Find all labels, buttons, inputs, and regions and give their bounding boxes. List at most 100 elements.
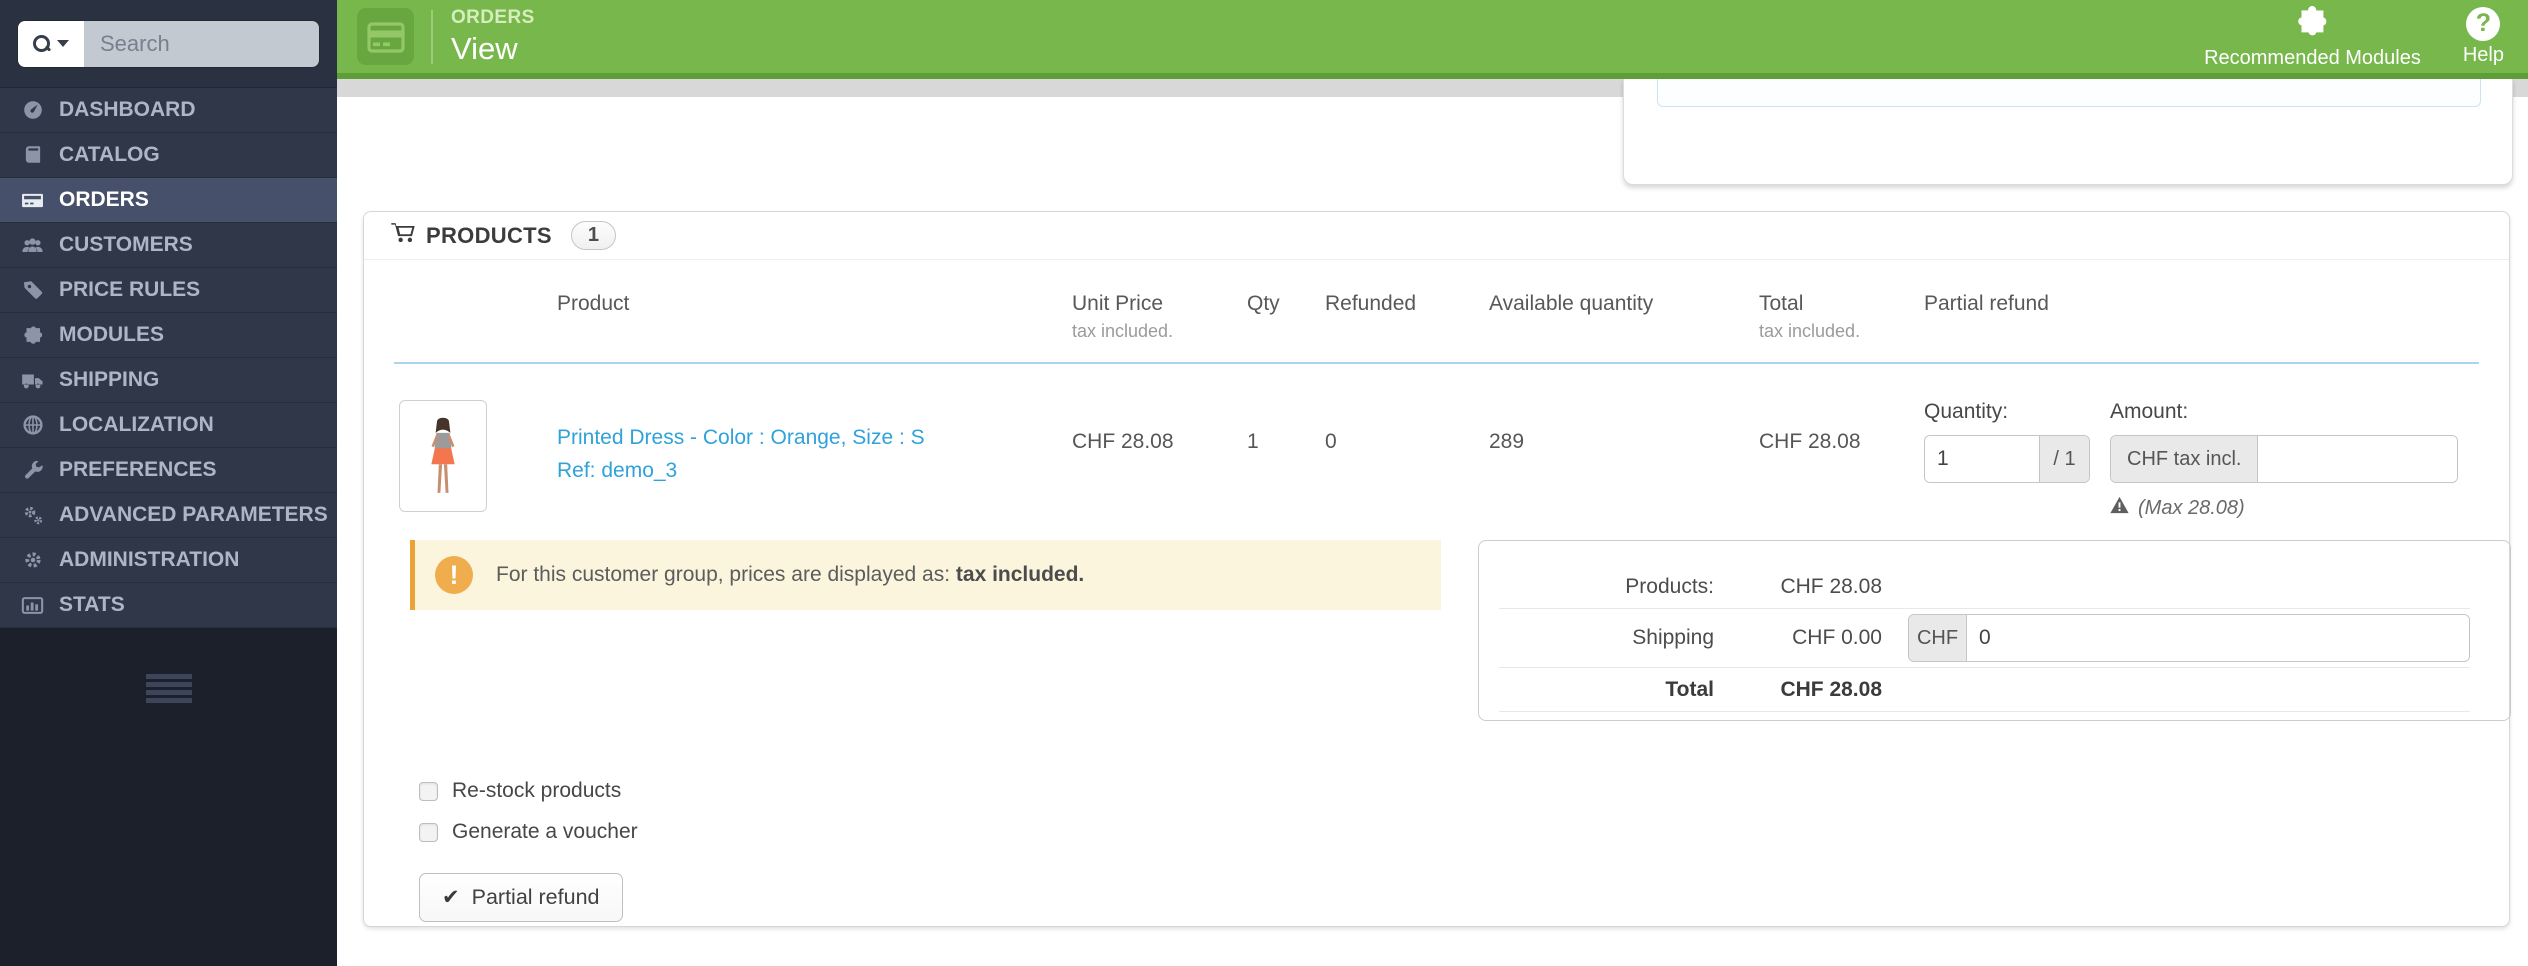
sidebar-item-shipping[interactable]: SHIPPING: [0, 358, 337, 403]
help-button[interactable]: ? Help: [2462, 6, 2504, 67]
totals-total-label: Total: [1665, 677, 1714, 701]
price-rules-icon: [19, 279, 46, 301]
header-actions: Recommended Modules ? Help: [2204, 3, 2504, 70]
sidebar-item-label: DASHBOARD: [59, 98, 196, 121]
totals-total-row: Total CHF 28.08: [1499, 668, 2470, 712]
partial-refund-cell: Quantity: / 1 Amount: CHF tax: [1924, 400, 2479, 520]
column-header-qty: Qty: [1247, 292, 1280, 315]
totals-shipping-label: Shipping: [1632, 626, 1714, 649]
warning-triangle-icon: [2110, 496, 2129, 520]
totals-shipping-value: CHF 0.00: [1792, 626, 1882, 649]
sidebar-item-customers[interactable]: CUSTOMERS: [0, 223, 337, 268]
unit-price-subheader: tax included.: [1072, 321, 1174, 341]
totals-products-label: Products:: [1625, 574, 1714, 598]
localization-icon: [19, 414, 46, 436]
sidebar-item-label: STATS: [59, 593, 125, 616]
collapse-menu-icon[interactable]: [145, 674, 192, 705]
sidebar-item-administration[interactable]: ADMINISTRATION: [0, 538, 337, 583]
sidebar-item-label: CATALOG: [59, 143, 160, 166]
search-input[interactable]: [84, 20, 319, 67]
total-value: CHF 28.08: [1759, 430, 1861, 453]
sidebar-nav: DASHBOARD CATALOG ORDERS CUSTOMERS PRICE…: [0, 88, 337, 628]
shipping-icon: [19, 369, 46, 392]
refund-quantity-input[interactable]: [1925, 436, 2039, 482]
column-header-thumbnail: [394, 292, 557, 342]
column-header-partial-refund: Partial refund: [1924, 292, 2049, 315]
refund-amount-label: Amount:: [2110, 400, 2189, 423]
refunded-value: 0: [1325, 430, 1337, 453]
available-quantity-value: 289: [1489, 430, 1525, 453]
sidebar-search-area: [0, 0, 337, 88]
sidebar-item-label: LOCALIZATION: [59, 413, 214, 436]
order-totals-box: Products: CHF 28.08 Shipping CHF 0.00 CH…: [1478, 540, 2511, 721]
modules-icon: [19, 324, 46, 346]
tax-notice: ! For this customer group, prices are di…: [410, 540, 1441, 610]
sidebar-item-label: ORDERS: [59, 188, 149, 211]
refund-amount-group: Amount: CHF tax incl.: [2110, 400, 2458, 483]
voucher-label: Generate a voucher: [452, 820, 638, 843]
search-icon: [33, 35, 50, 52]
product-row: Printed Dress - Color : Orange, Size : S…: [394, 400, 2479, 520]
notice-text: For this customer group, prices are disp…: [496, 563, 951, 586]
sidebar-item-label: ADMINISTRATION: [59, 548, 240, 571]
restock-label: Re-stock products: [452, 779, 622, 802]
page-header: ORDERS View Recommended Modules ? Help: [337, 0, 2528, 73]
sidebar-item-orders[interactable]: ORDERS: [0, 178, 337, 223]
restock-checkbox[interactable]: [419, 781, 438, 801]
sidebar-item-catalog[interactable]: CATALOG: [0, 133, 337, 178]
sidebar-item-price-rules[interactable]: PRICE RULES: [0, 268, 337, 313]
totals-shipping-row: Shipping CHF 0.00 CHF: [1499, 609, 2470, 668]
search-scope-button[interactable]: [18, 20, 84, 67]
sidebar: DASHBOARD CATALOG ORDERS CUSTOMERS: [0, 0, 337, 966]
breadcrumb-section: ORDERS: [451, 6, 535, 28]
recommended-modules-label: Recommended Modules: [2204, 47, 2421, 69]
voucher-checkbox[interactable]: [419, 822, 438, 842]
content-area: PRODUCTS 1 Product Unit Price tax includ…: [337, 79, 2528, 966]
top-right-panel-inner-box: [1657, 79, 2481, 107]
page-title: View: [451, 30, 518, 66]
orders-icon: [19, 189, 46, 212]
refund-options: Re-stock products Generate a voucher: [419, 779, 2479, 844]
sidebar-item-stats[interactable]: STATS: [0, 583, 337, 628]
notice-bold: tax included.: [955, 563, 1085, 586]
column-header-refunded: Refunded: [1325, 292, 1417, 315]
sidebar-item-label: MODULES: [59, 323, 164, 346]
product-name-link[interactable]: Printed Dress - Color : Orange, Size : S: [557, 422, 1072, 455]
refund-quantity-group: Quantity: / 1: [1924, 400, 2090, 483]
sidebar-item-localization[interactable]: LOCALIZATION: [0, 403, 337, 448]
sidebar-item-preferences[interactable]: PREFERENCES: [0, 448, 337, 493]
search-group: [18, 20, 319, 67]
total-subheader: tax included.: [1759, 321, 1861, 341]
main-area: ORDERS View Recommended Modules ? Help P…: [337, 0, 2528, 966]
column-header-total: Total tax included.: [1759, 292, 1924, 342]
sidebar-item-advanced-parameters[interactable]: ADVANCED PARAMETERS: [0, 493, 337, 538]
recommended-modules-button[interactable]: Recommended Modules: [2204, 3, 2421, 70]
products-panel: PRODUCTS 1 Product Unit Price tax includ…: [363, 211, 2511, 927]
column-header-unit-price: Unit Price tax included.: [1072, 292, 1247, 342]
product-name-cell: Printed Dress - Color : Orange, Size : S…: [557, 400, 1072, 487]
orders-page-icon: [357, 8, 414, 65]
refund-amount-input[interactable]: [2258, 436, 2457, 482]
shipping-refund-input[interactable]: [1967, 615, 2469, 661]
sidebar-item-modules[interactable]: MODULES: [0, 313, 337, 358]
customers-icon: [19, 234, 46, 257]
partial-refund-button[interactable]: ✔ Partial refund: [419, 873, 623, 922]
preferences-icon: [19, 459, 46, 481]
exclamation-circle-icon: !: [435, 556, 473, 594]
sidebar-item-dashboard[interactable]: DASHBOARD: [0, 88, 337, 133]
prestashop-admin: DASHBOARD CATALOG ORDERS CUSTOMERS: [0, 0, 2528, 966]
advanced-parameters-icon: [19, 504, 46, 526]
sidebar-item-label: PRICE RULES: [59, 278, 201, 301]
help-label: Help: [2462, 43, 2504, 66]
product-thumbnail[interactable]: [399, 400, 487, 512]
products-panel-header: PRODUCTS 1: [364, 212, 2509, 260]
column-header-product: Product: [557, 292, 630, 315]
shipping-currency-addon: CHF: [1909, 615, 1967, 661]
restock-option: Re-stock products: [419, 779, 2479, 803]
products-panel-title: PRODUCTS: [426, 222, 552, 248]
product-ref-link[interactable]: Ref: demo_3: [557, 455, 1072, 488]
refund-quantity-max-addon: / 1: [2039, 436, 2089, 482]
column-header-available-quantity: Available quantity: [1489, 292, 1654, 315]
chevron-down-icon: [57, 40, 69, 47]
catalog-icon: [19, 144, 46, 166]
